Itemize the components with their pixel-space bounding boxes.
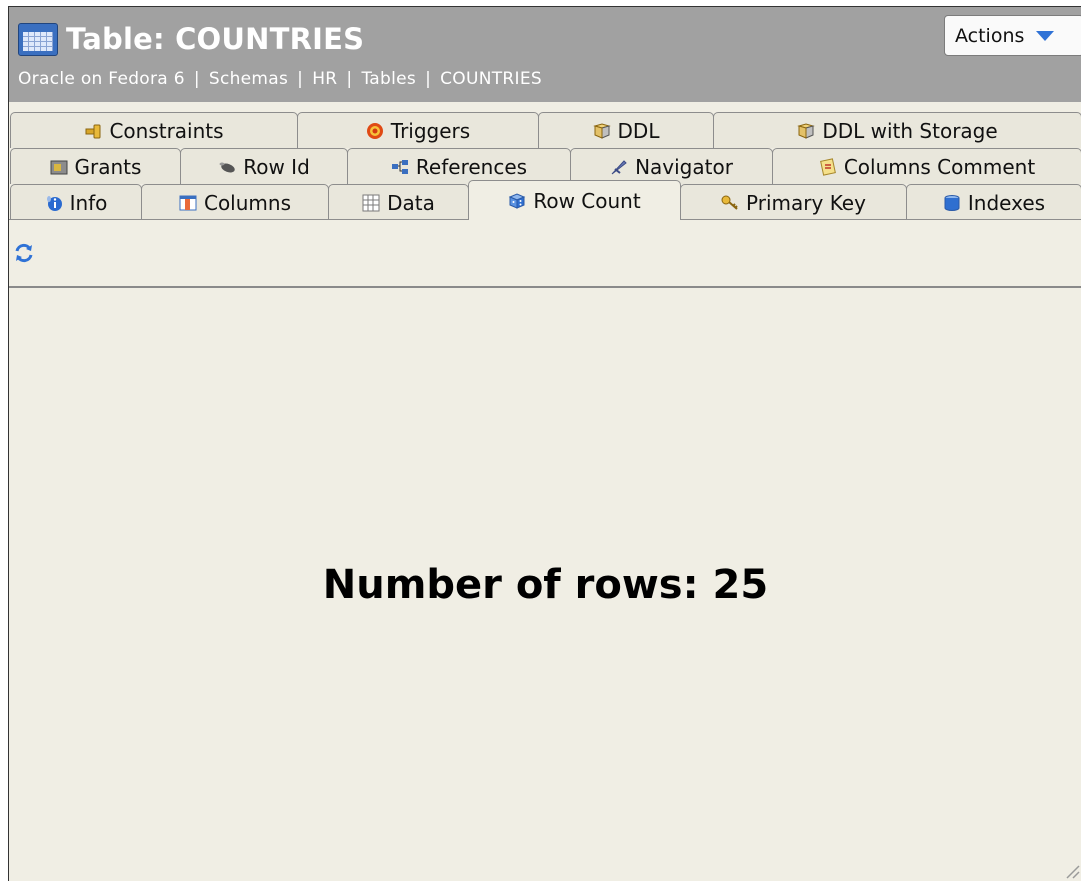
- breadcrumb-schema-hr[interactable]: HR: [312, 69, 337, 89]
- tab-label: Columns Comment: [843, 154, 1036, 179]
- tab-label: Info: [69, 190, 108, 215]
- tab-label: Navigator: [635, 154, 733, 179]
- dropdown-arrow-icon: [1036, 30, 1055, 41]
- tab-info[interactable]: Info: [10, 184, 142, 220]
- tab-primary-key[interactable]: Primary Key: [680, 184, 907, 220]
- tab-label: References: [415, 154, 528, 179]
- tab-label: Data: [387, 190, 435, 215]
- table-window: Table: COUNTRIES Oracle on Fedora 6 | Sche…: [8, 6, 1081, 881]
- breadcrumb-separator: |: [193, 69, 200, 89]
- info-icon: [46, 195, 62, 211]
- resize-grip-icon[interactable]: [1062, 861, 1080, 879]
- tab-ddl-with-storage[interactable]: DDL with Storage: [713, 112, 1081, 148]
- tab-label: Triggers: [390, 118, 471, 143]
- ddl-icon: [592, 122, 611, 139]
- header-bar: Table: COUNTRIES Oracle on Fedora 6 | Sche…: [9, 7, 1081, 102]
- row-count-result: Number of rows: 25: [322, 562, 769, 608]
- row-count-icon: [509, 192, 526, 209]
- row-id-icon: [219, 162, 235, 172]
- tab-references[interactable]: References: [347, 148, 571, 184]
- constraints-icon: [85, 124, 101, 138]
- triggers-icon: [366, 122, 383, 139]
- refresh-icon[interactable]: [13, 242, 35, 264]
- references-icon: [391, 159, 408, 174]
- tab-label: DDL: [617, 118, 660, 143]
- tab-data[interactable]: Data: [328, 184, 469, 220]
- breadcrumb-separator: |: [425, 69, 432, 89]
- actions-label: Actions: [955, 24, 1025, 47]
- breadcrumb-separator: |: [297, 69, 304, 89]
- actions-button[interactable]: Actions: [944, 15, 1081, 56]
- tab-label: Row Count: [533, 188, 641, 213]
- tab-label: Indexes: [967, 190, 1046, 215]
- breadcrumb: Oracle on Fedora 6 | Schemas | HR | Tables | COU…: [18, 69, 542, 89]
- tab-label: DDL with Storage: [822, 118, 998, 143]
- tab-label: Grants: [74, 154, 142, 179]
- tab-row-count[interactable]: Row Count: [468, 180, 681, 220]
- grants-icon: [50, 160, 68, 174]
- toolbar: [9, 220, 1081, 288]
- tab-row-3: Info Columns Data Row Count Primary Key …: [9, 180, 1081, 220]
- tab-constraints[interactable]: Constraints: [10, 112, 298, 148]
- columns-comment-icon: [819, 157, 836, 176]
- breadcrumb-connection[interactable]: Oracle on Fedora 6: [18, 69, 185, 89]
- tab-indexes[interactable]: Indexes: [906, 184, 1081, 220]
- breadcrumb-schemas[interactable]: Schemas: [209, 69, 288, 89]
- tab-grants[interactable]: Grants: [10, 148, 181, 184]
- columns-icon: [179, 195, 197, 210]
- tab-navigator[interactable]: Navigator: [570, 148, 773, 184]
- breadcrumb-tables[interactable]: Tables: [361, 69, 416, 89]
- tab-triggers[interactable]: Triggers: [297, 112, 539, 148]
- tab-columns[interactable]: Columns: [141, 184, 329, 220]
- navigator-icon: [611, 159, 627, 174]
- ddl-storage-icon: [797, 122, 816, 139]
- tab-columns-comment[interactable]: Columns Comment: [772, 148, 1081, 184]
- title-row: Table: COUNTRIES: [18, 21, 364, 57]
- breadcrumb-current-table: COUNTRIES: [440, 69, 542, 89]
- tab-row-id[interactable]: Row Id: [180, 148, 348, 184]
- tab-ddl[interactable]: DDL: [538, 112, 714, 148]
- table-icon: [18, 22, 58, 56]
- tab-row-1: Constraints Triggers DDL DDL with Storag…: [9, 112, 1081, 148]
- breadcrumb-separator: |: [346, 69, 353, 89]
- indexes-icon: [944, 194, 960, 211]
- tab-row-2: Grants Row Id References Navigator Colum…: [9, 148, 1081, 184]
- tab-label: Primary Key: [746, 190, 866, 215]
- page-title: Table: COUNTRIES: [66, 22, 365, 56]
- data-grid-icon: [362, 194, 380, 211]
- tab-label: Constraints: [109, 118, 224, 143]
- tab-label: Row Id: [243, 154, 310, 179]
- primary-key-icon: [721, 195, 738, 210]
- tab-label: Columns: [203, 190, 291, 215]
